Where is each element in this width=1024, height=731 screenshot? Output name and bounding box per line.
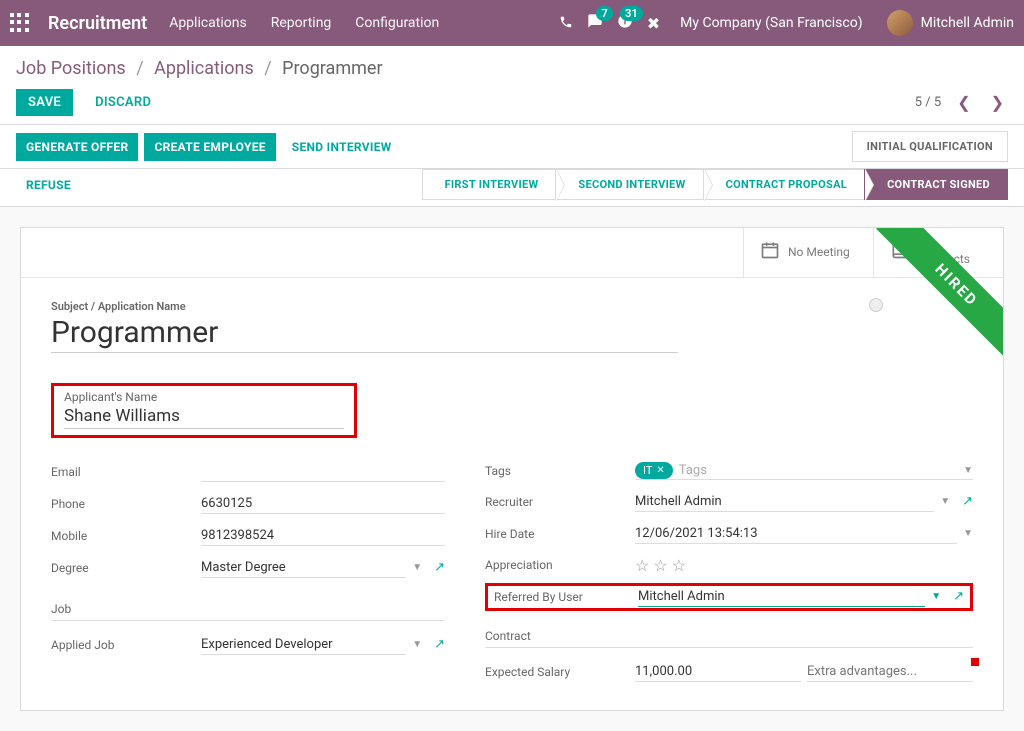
menu-reporting[interactable]: Reporting xyxy=(271,15,332,31)
second-status-row: REFUSE FIRST INTERVIEW SECOND INTERVIEW … xyxy=(0,169,1024,207)
modified-indicator xyxy=(971,658,979,666)
chevron-down-icon[interactable]: ▼ xyxy=(963,465,973,476)
send-interview-button[interactable]: SEND INTERVIEW xyxy=(282,133,402,161)
external-link-icon[interactable]: ↗ xyxy=(962,494,973,509)
subject-label: Subject / Application Name xyxy=(51,300,973,313)
tag-chip: IT ✕ xyxy=(635,462,673,479)
activities-icon[interactable]: 31 xyxy=(617,13,633,33)
applied-job-label: Applied Job xyxy=(51,638,201,652)
discard-button[interactable]: DISCARD xyxy=(83,89,163,116)
navbar: Recruitment Applications Reporting Confi… xyxy=(0,0,1024,46)
star-icon[interactable]: ☆ xyxy=(672,556,686,575)
applicant-name-label: Applicant's Name xyxy=(64,390,344,404)
external-link-icon[interactable]: ↗ xyxy=(434,637,445,652)
pager-prev-icon[interactable]: ❮ xyxy=(953,89,974,116)
chevron-down-icon[interactable]: ▼ xyxy=(963,528,973,539)
form-sheet: No Meeting 0 Contracts HIRED Subject / A… xyxy=(20,227,1004,711)
save-button[interactable]: SAVE xyxy=(16,89,73,116)
applicant-name-input[interactable] xyxy=(64,404,344,429)
avatar xyxy=(887,10,913,36)
tags-placeholder: Tags xyxy=(679,463,707,478)
company-selector[interactable]: My Company (San Francisco) xyxy=(680,15,862,31)
settings-icon[interactable]: ✖ xyxy=(647,14,660,33)
chevron-down-icon[interactable]: ▼ xyxy=(940,496,950,507)
external-link-icon[interactable]: ↗ xyxy=(953,589,964,604)
meeting-text: No Meeting xyxy=(788,245,850,259)
degree-input[interactable] xyxy=(201,558,406,578)
phone-icon[interactable] xyxy=(559,14,573,33)
referred-by-highlight: Referred By User ▼ ↗ xyxy=(485,583,973,611)
menu-applications[interactable]: Applications xyxy=(169,15,247,31)
right-group: Tags IT ✕ Tags ▼ Recruiter xyxy=(485,456,973,688)
pager-next-icon[interactable]: ❯ xyxy=(987,89,1008,116)
sheet-background: No Meeting 0 Contracts HIRED Subject / A… xyxy=(0,207,1024,731)
apps-icon[interactable] xyxy=(10,13,30,33)
email-label: Email xyxy=(51,465,201,479)
brand-title[interactable]: Recruitment xyxy=(48,13,147,34)
email-input[interactable] xyxy=(201,462,445,482)
breadcrumb-applications[interactable]: Applications xyxy=(154,58,254,79)
mobile-input[interactable] xyxy=(201,526,445,546)
contract-section-title: Contract xyxy=(485,629,973,648)
breadcrumb-job-positions[interactable]: Job Positions xyxy=(16,58,126,79)
applied-job-input[interactable] xyxy=(201,635,406,655)
phone-input[interactable] xyxy=(201,494,445,514)
chevron-down-icon[interactable]: ▼ xyxy=(412,639,422,650)
generate-offer-button[interactable]: GENERATE OFFER xyxy=(16,133,138,161)
calendar-icon xyxy=(760,240,780,265)
close-icon[interactable]: ✕ xyxy=(656,465,664,476)
recruiter-input[interactable] xyxy=(635,492,934,512)
external-link-icon[interactable]: ↗ xyxy=(434,560,445,575)
referred-by-label: Referred By User xyxy=(494,590,638,604)
expected-salary-label: Expected Salary xyxy=(485,665,635,679)
job-section-title: Job xyxy=(51,602,445,621)
menu-configuration[interactable]: Configuration xyxy=(355,15,439,31)
hire-date-input[interactable] xyxy=(635,524,957,544)
extra-advantages-input[interactable] xyxy=(807,662,973,682)
breadcrumb: Job Positions / Applications / Programme… xyxy=(16,58,1008,79)
expected-salary-input[interactable] xyxy=(635,662,801,682)
chevron-down-icon[interactable]: ▼ xyxy=(931,591,941,602)
user-menu[interactable]: Mitchell Admin xyxy=(887,10,1014,36)
kanban-state-dot[interactable] xyxy=(869,298,883,312)
meeting-stat-button[interactable]: No Meeting xyxy=(743,228,873,277)
hire-date-label: Hire Date xyxy=(485,527,635,541)
pager: 5 / 5 ❮ ❯ xyxy=(915,89,1008,116)
create-employee-button[interactable]: CREATE EMPLOYEE xyxy=(144,133,275,161)
applicant-highlight: Applicant's Name xyxy=(51,383,357,438)
refuse-button[interactable]: REFUSE xyxy=(16,169,81,200)
activities-badge: 31 xyxy=(620,6,643,21)
appreciation-label: Appreciation xyxy=(485,558,635,572)
stage-first-interview[interactable]: FIRST INTERVIEW xyxy=(422,169,557,200)
stage-contract-proposal[interactable]: CONTRACT PROPOSAL xyxy=(703,169,865,200)
subject-input[interactable] xyxy=(51,313,678,353)
mobile-label: Mobile xyxy=(51,529,201,543)
tag-text: IT xyxy=(643,464,652,477)
pager-text: 5 / 5 xyxy=(915,95,941,110)
recruiter-label: Recruiter xyxy=(485,495,635,509)
user-name: Mitchell Admin xyxy=(921,15,1014,31)
stage-initial-qualification[interactable]: INITIAL QUALIFICATION xyxy=(852,131,1008,162)
stage-contract-signed[interactable]: CONTRACT SIGNED xyxy=(864,169,1008,200)
control-panel: Job Positions / Applications / Programme… xyxy=(0,46,1024,125)
chevron-down-icon[interactable]: ▼ xyxy=(412,562,422,573)
messages-icon[interactable]: 7 xyxy=(587,13,603,33)
breadcrumb-current: Programmer xyxy=(282,58,382,79)
degree-label: Degree xyxy=(51,561,201,575)
stage-second-interview[interactable]: SECOND INTERVIEW xyxy=(555,169,703,200)
messages-badge: 7 xyxy=(596,6,612,21)
button-box: No Meeting 0 Contracts xyxy=(21,228,1003,278)
appreciation-stars: ☆ ☆ ☆ xyxy=(635,556,686,575)
left-group: Email Phone Mobile Degree xyxy=(51,456,445,688)
star-icon[interactable]: ☆ xyxy=(635,556,649,575)
star-icon[interactable]: ☆ xyxy=(653,556,667,575)
tags-label: Tags xyxy=(485,464,635,478)
action-statusbar-row: GENERATE OFFER CREATE EMPLOYEE SEND INTE… xyxy=(0,125,1024,169)
phone-label: Phone xyxy=(51,497,201,511)
referred-by-input[interactable] xyxy=(638,587,925,607)
